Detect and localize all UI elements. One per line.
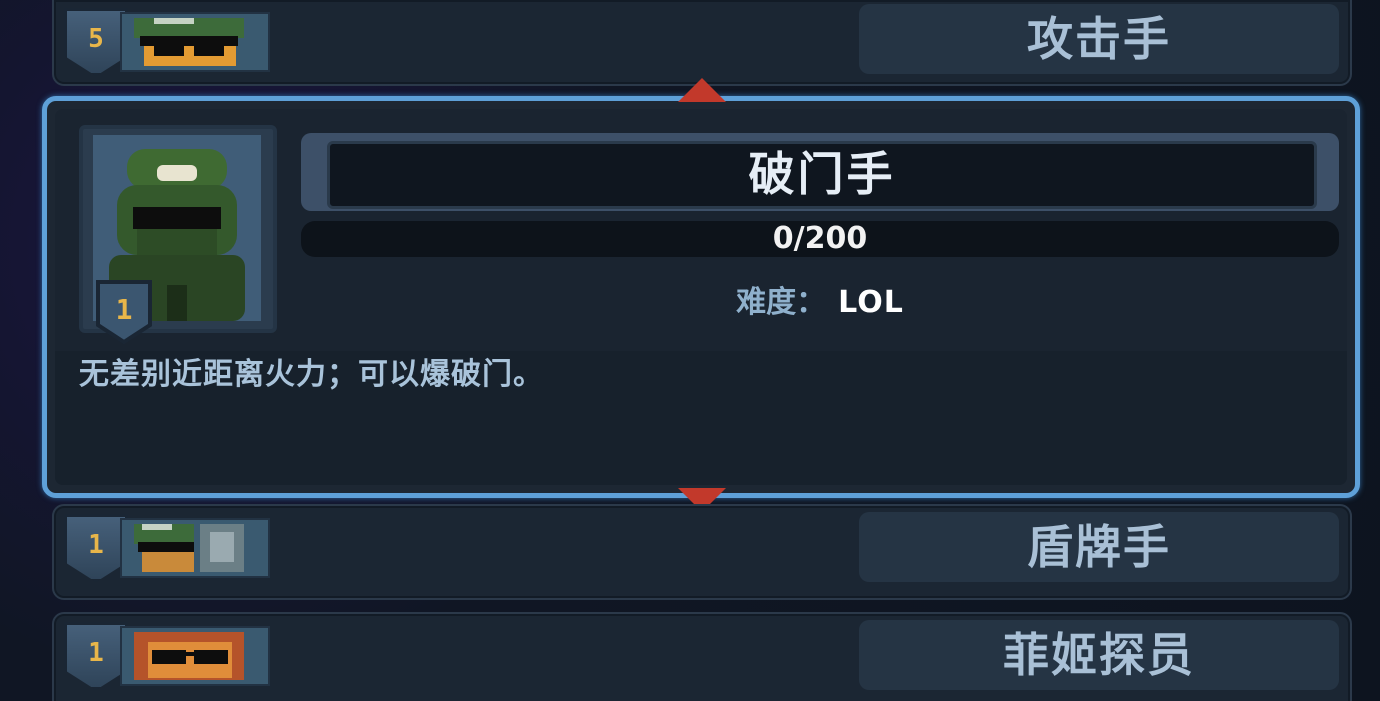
difficulty-value: LOL bbox=[838, 285, 904, 320]
rank-badge: 5 bbox=[64, 8, 128, 76]
difficulty-label: 难度： bbox=[736, 285, 827, 320]
class-name: 菲姬探员 bbox=[859, 620, 1339, 690]
class-name: 盾牌手 bbox=[859, 512, 1339, 582]
agent-portrait-icon bbox=[134, 632, 244, 680]
difficulty-row: 难度： LOL bbox=[301, 283, 1339, 323]
selected-card-body: 1 破门手 0/200 难度： LOL 无差别近距离火力；可以爆破门。 bbox=[55, 109, 1347, 485]
progress-text: 0/200 bbox=[772, 221, 868, 256]
class-thumbnail bbox=[120, 12, 270, 72]
class-thumbnail bbox=[120, 518, 270, 578]
class-row-agent[interactable]: 1 菲姬探员 bbox=[52, 612, 1352, 701]
selected-rank: 1 bbox=[116, 293, 133, 326]
arrow-up-icon[interactable] bbox=[678, 78, 726, 102]
character-select-screen: 5 攻击手 1 破门手 0/200 难度： LOL 无差别近距离火力；可以爆破门… bbox=[0, 0, 1380, 701]
class-name: 攻击手 bbox=[859, 4, 1339, 74]
title-plate: 破门手 bbox=[301, 133, 1339, 211]
class-row-attacker[interactable]: 5 攻击手 bbox=[52, 0, 1352, 86]
rank-badge: 1 bbox=[64, 622, 128, 690]
shield-soldier-portrait-icon bbox=[134, 524, 244, 572]
class-description: 无差别近距离火力；可以爆破门。 bbox=[79, 357, 544, 392]
selected-class-name: 破门手 bbox=[327, 141, 1317, 209]
unlock-progress-bar: 0/200 bbox=[301, 221, 1339, 257]
breacher-portrait: 1 bbox=[79, 125, 277, 345]
rank-badge-icon: 1 bbox=[96, 280, 152, 345]
soldier-portrait-icon bbox=[134, 18, 244, 66]
class-thumbnail bbox=[120, 626, 270, 686]
selected-class-card[interactable]: 1 破门手 0/200 难度： LOL 无差别近距离火力；可以爆破门。 bbox=[42, 96, 1360, 498]
class-row-shield[interactable]: 1 盾牌手 bbox=[52, 504, 1352, 600]
rank-badge: 1 bbox=[64, 514, 128, 582]
